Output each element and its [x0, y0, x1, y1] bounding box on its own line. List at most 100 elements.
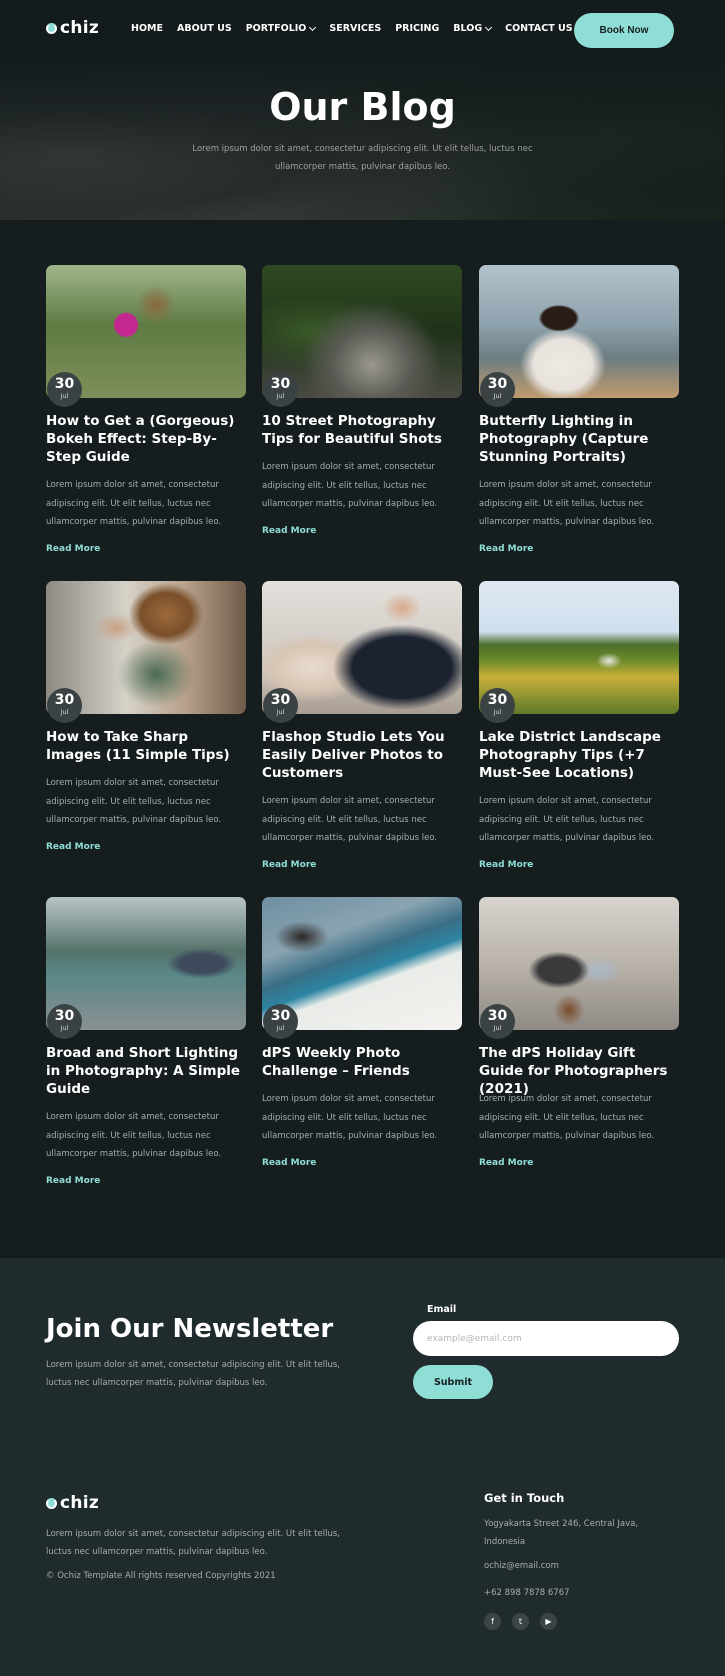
date-day: 30 — [54, 376, 75, 392]
site-logo[interactable]: chiz — [46, 18, 99, 38]
blog-card: 30 Jul Broad and Short Lighting in Photog… — [46, 897, 246, 1186]
blog-card: 30 Jul 10 Street Photography Tips for Bea… — [262, 265, 462, 536]
post-title[interactable]: Lake District Landscape Photography Tips… — [479, 728, 679, 782]
post-title[interactable]: Butterfly Lighting in Photography (Captu… — [479, 412, 679, 466]
date-badge: 30 Jul — [263, 688, 298, 723]
nav-item-pricing[interactable]: PRICING — [395, 23, 439, 34]
nav-item-about-us[interactable]: ABOUT US — [177, 23, 232, 34]
nav-item-blog[interactable]: BLOG — [453, 23, 493, 34]
nav-label: ABOUT US — [176, 23, 232, 34]
date-badge: 30 Jul — [480, 372, 515, 407]
date-day: 30 — [487, 1008, 508, 1024]
youtube-icon[interactable]: ▶ — [540, 1613, 557, 1630]
post-excerpt: Lorem ipsum dolor sit amet, consectetur … — [46, 778, 222, 825]
date-month: Jul — [276, 1024, 285, 1032]
contact-phone[interactable]: +62 898 7878 6767 — [484, 1588, 570, 1598]
date-month: Jul — [493, 1024, 502, 1032]
date-month: Jul — [60, 392, 69, 400]
date-day: 30 — [54, 692, 75, 708]
blog-card: 30 Jul Butterfly Lighting in Photography … — [479, 265, 679, 554]
newsletter-title: Join Our Newsletter — [46, 1314, 334, 1344]
post-title[interactable]: How to Take Sharp Images (11 Simple Tips… — [46, 728, 246, 764]
nav-label: BLOG — [453, 23, 483, 34]
read-more-link[interactable]: Read More — [46, 1176, 100, 1186]
post-excerpt: Lorem ipsum dolor sit amet, consectetur … — [479, 480, 655, 527]
read-more-link[interactable]: Read More — [262, 1158, 316, 1168]
nav-item-home[interactable]: HOME — [131, 23, 163, 34]
email-label: Email — [427, 1304, 457, 1315]
post-title[interactable]: Broad and Short Lighting in Photography:… — [46, 1044, 246, 1098]
date-day: 30 — [487, 376, 508, 392]
date-day: 30 — [270, 376, 291, 392]
contact-address: Yogyakarta Street 246, Central Java, Ind… — [484, 1519, 639, 1547]
blog-card: 30 Jul Flashop Studio Lets You Easily Del… — [262, 581, 462, 870]
blog-card: 30 Jul How to Get a (Gorgeous) Bokeh Effe… — [46, 265, 246, 554]
contact-title: Get in Touch — [484, 1491, 565, 1505]
blog-card: 30 Jul dPS Weekly Photo Challenge – Frien… — [262, 897, 462, 1168]
date-badge: 30 Jul — [263, 372, 298, 407]
nav-label: PRICING — [395, 23, 440, 34]
read-more-link[interactable]: Read More — [46, 842, 100, 852]
date-month: Jul — [276, 392, 285, 400]
date-day: 30 — [54, 1008, 75, 1024]
read-more-link[interactable]: Read More — [46, 544, 100, 554]
post-excerpt: Lorem ipsum dolor sit amet, consectetur … — [46, 480, 222, 527]
footer-text: Lorem ipsum dolor sit amet, consectetur … — [46, 1529, 340, 1557]
read-more-link[interactable]: Read More — [262, 526, 316, 536]
post-excerpt: Lorem ipsum dolor sit amet, consectetur … — [262, 462, 438, 509]
post-excerpt: Lorem ipsum dolor sit amet, consectetur … — [262, 1094, 438, 1141]
chevron-down-icon — [309, 23, 317, 31]
post-excerpt: Lorem ipsum dolor sit amet, consectetur … — [262, 796, 438, 843]
read-more-link[interactable]: Read More — [479, 860, 533, 870]
read-more-link[interactable]: Read More — [262, 860, 316, 870]
site-header: chiz HOME ABOUT US PORTFOLIO SERVICES PR… — [0, 0, 725, 62]
book-now-button[interactable]: Book Now — [574, 13, 674, 48]
copyright-text: © Ochiz Template All rights reserved Cop… — [46, 1571, 276, 1581]
blog-card: 30 Jul Lake District Landscape Photograph… — [479, 581, 679, 870]
nav-label: CONTACT US — [505, 23, 573, 34]
post-title[interactable]: Flashop Studio Lets You Easily Deliver P… — [262, 728, 462, 782]
post-excerpt: Lorem ipsum dolor sit amet, consectetur … — [46, 1112, 222, 1159]
date-badge: 30 Jul — [480, 688, 515, 723]
nav-label: PORTFOLIO — [245, 23, 307, 34]
logo-text: chiz — [60, 1493, 100, 1513]
nav-item-contact-us[interactable]: CONTACT US — [505, 23, 572, 34]
date-badge: 30 Jul — [480, 1004, 515, 1039]
social-links: f t ▶ — [484, 1613, 557, 1630]
date-month: Jul — [60, 1024, 69, 1032]
main-nav: HOME ABOUT US PORTFOLIO SERVICES PRICING… — [131, 23, 573, 34]
facebook-icon[interactable]: f — [484, 1613, 501, 1630]
post-title[interactable]: How to Get a (Gorgeous) Bokeh Effect: St… — [46, 412, 246, 466]
blog-card: 30 Jul The dPS Holiday Gift Guide for Pho… — [479, 897, 679, 1168]
newsletter-section: Join Our Newsletter Lorem ipsum dolor si… — [0, 1258, 725, 1413]
nav-item-portfolio[interactable]: PORTFOLIO — [245, 23, 317, 34]
post-excerpt: Lorem ipsum dolor sit amet, consectetur … — [479, 796, 655, 843]
contact-email[interactable]: ochiz@email.com — [484, 1561, 559, 1571]
newsletter-text: Lorem ipsum dolor sit amet, consectetur … — [46, 1360, 340, 1388]
logo-text: chiz — [60, 18, 100, 38]
post-title[interactable]: dPS Weekly Photo Challenge – Friends — [262, 1044, 462, 1080]
read-more-link[interactable]: Read More — [479, 1158, 533, 1168]
post-excerpt: Lorem ipsum dolor sit amet, consectetur … — [479, 1094, 655, 1141]
hero-subtitle: Lorem ipsum dolor sit amet, consectetur … — [192, 144, 533, 172]
date-day: 30 — [270, 1008, 291, 1024]
logo-mark-icon — [46, 1497, 57, 1509]
date-month: Jul — [493, 392, 502, 400]
date-badge: 30 Jul — [47, 688, 82, 723]
blog-card: 30 Jul How to Take Sharp Images (11 Simpl… — [46, 581, 246, 852]
date-day: 30 — [270, 692, 291, 708]
nav-item-services[interactable]: SERVICES — [329, 23, 381, 34]
date-badge: 30 Jul — [47, 1004, 82, 1039]
date-day: 30 — [487, 692, 508, 708]
logo-mark-icon — [46, 22, 57, 34]
post-title[interactable]: 10 Street Photography Tips for Beautiful… — [262, 412, 462, 448]
footer-logo[interactable]: chiz — [46, 1493, 99, 1513]
twitter-icon[interactable]: t — [512, 1613, 529, 1630]
site-footer: chiz Lorem ipsum dolor sit amet, consect… — [0, 1413, 725, 1676]
date-badge: 30 Jul — [47, 372, 82, 407]
submit-button[interactable]: Submit — [413, 1365, 493, 1399]
date-month: Jul — [493, 708, 502, 716]
read-more-link[interactable]: Read More — [479, 544, 533, 554]
chevron-down-icon — [485, 23, 493, 31]
email-field[interactable] — [413, 1321, 679, 1356]
